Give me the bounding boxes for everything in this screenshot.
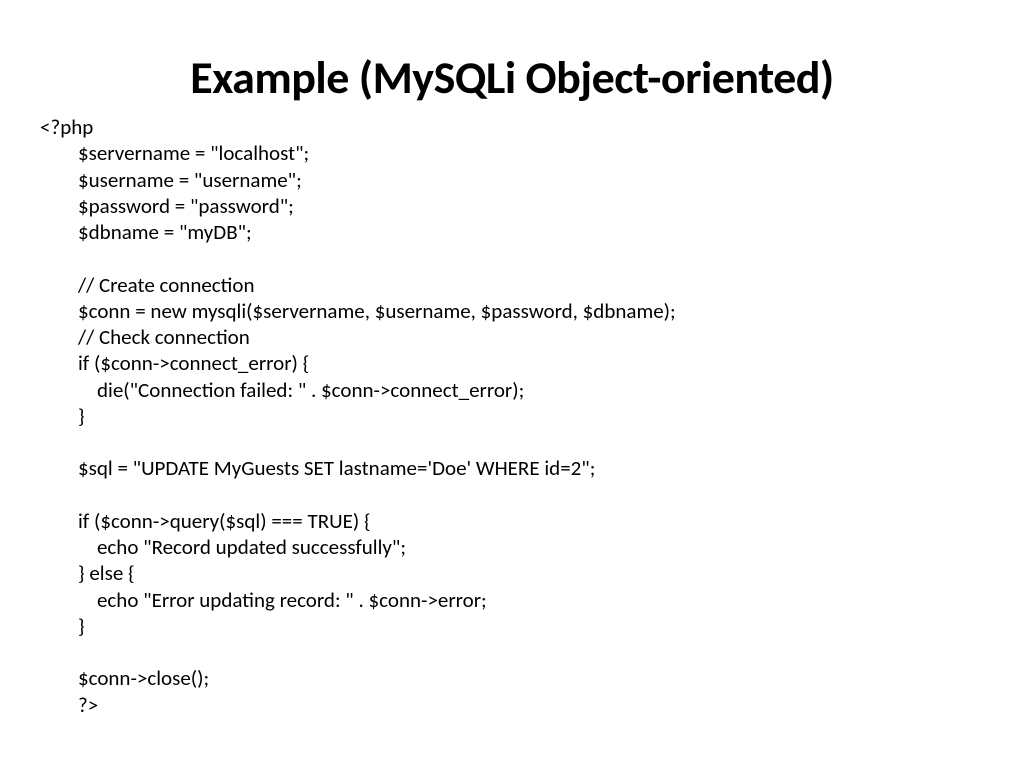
code-example: <?php $servername = "localhost"; $userna… [40,114,984,718]
slide-title: Example (MySQLi Object-oriented) [40,50,984,106]
